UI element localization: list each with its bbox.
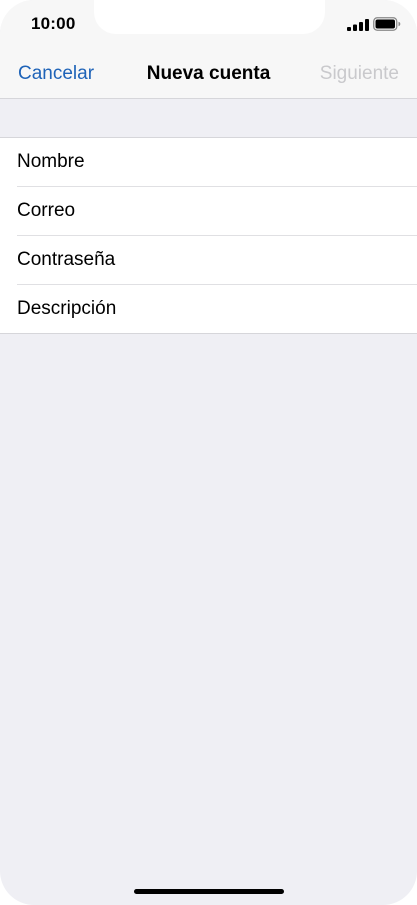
description-field[interactable]: [17, 285, 407, 333]
cellular-signal-icon: [347, 19, 369, 31]
navigation-bar: Cancelar Nueva cuenta Siguiente: [0, 52, 417, 96]
password-field[interactable]: [17, 236, 407, 284]
account-form: [0, 137, 417, 334]
home-indicator[interactable]: [134, 889, 284, 894]
email-field[interactable]: [17, 187, 407, 235]
battery-icon: [373, 17, 401, 31]
password-row: [17, 236, 417, 285]
email-row: [17, 187, 417, 236]
name-row: [17, 138, 417, 187]
status-time: 10:00: [31, 14, 76, 33]
description-row: [17, 285, 417, 333]
notch: [94, 0, 325, 34]
phone-screen: 10:00 Cancelar Nueva cuenta Siguiente: [0, 0, 417, 905]
name-field[interactable]: [17, 138, 407, 186]
next-button: Siguiente: [319, 63, 399, 84]
header-area: 10:00 Cancelar Nueva cuenta Siguiente: [0, 0, 417, 99]
status-bar: 10:00: [0, 0, 417, 48]
